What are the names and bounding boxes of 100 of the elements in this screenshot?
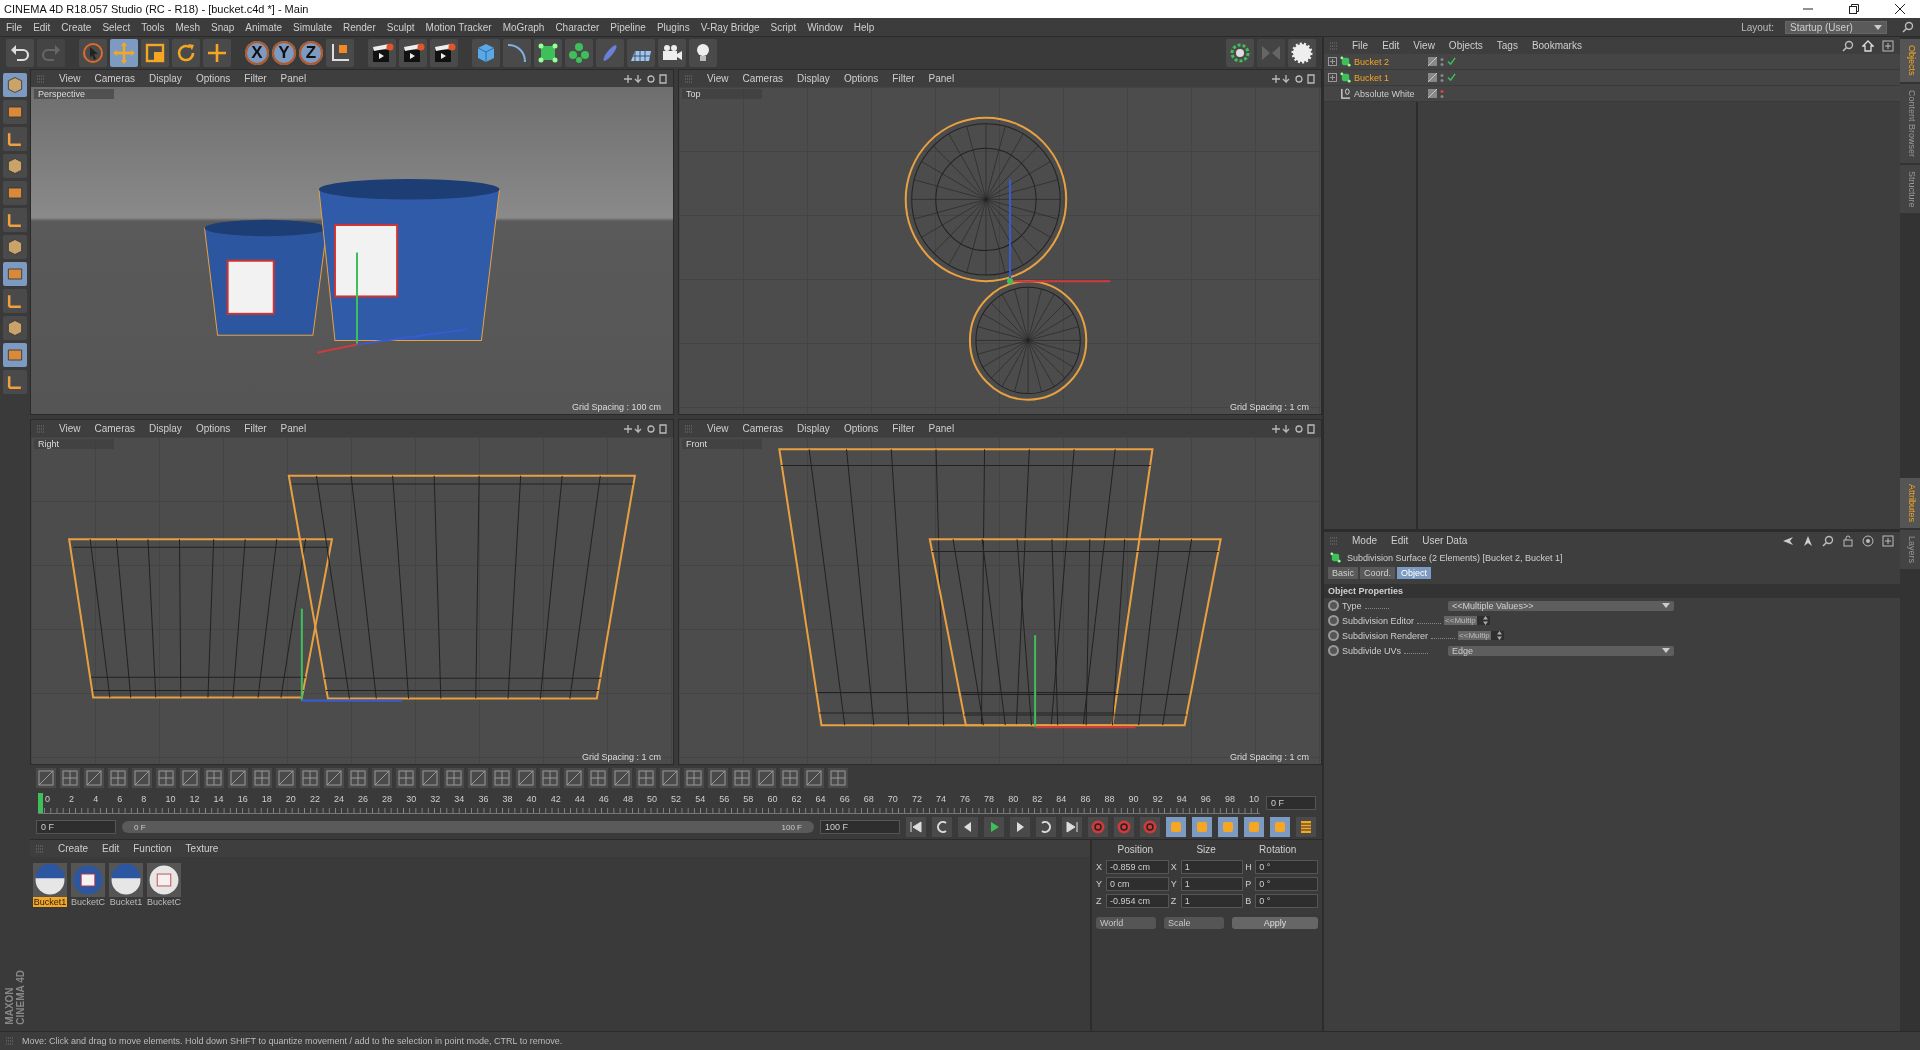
rotation-field[interactable]: 0 ° [1255, 894, 1318, 908]
axis-lock-button[interactable]: Y [272, 41, 296, 65]
panel-grip-icon[interactable] [685, 424, 693, 433]
object-name[interactable]: Absolute White [1354, 88, 1415, 99]
modeling-tool-icon[interactable] [780, 768, 800, 788]
modeling-tool-icon[interactable] [396, 768, 416, 788]
object-menu-item[interactable]: View [1413, 40, 1435, 51]
menu-item[interactable]: Simulate [293, 21, 332, 33]
play-icon[interactable] [984, 817, 1004, 837]
cube-icon[interactable] [472, 39, 500, 67]
record-icon[interactable] [1088, 817, 1108, 837]
visibility-dots-icon[interactable] [1440, 72, 1444, 83]
material-name[interactable]: Bucket1 [108, 897, 144, 907]
viewport-menu-item[interactable]: Options [843, 423, 879, 434]
material-name[interactable]: Bucket1 [32, 897, 68, 907]
rotation-field[interactable]: 0 ° [1255, 860, 1318, 874]
subdivision-icon[interactable] [534, 39, 562, 67]
modeling-tool-icon[interactable] [612, 768, 632, 788]
modeling-tool-icon[interactable] [756, 768, 776, 788]
restore-icon[interactable] [1848, 3, 1860, 15]
gear-icon[interactable] [1226, 39, 1254, 67]
modeling-tool-icon[interactable] [300, 768, 320, 788]
menu-item[interactable]: V-Ray Bridge [700, 21, 760, 33]
viewport-menu-item[interactable]: Cameras [742, 423, 784, 434]
layer-icon[interactable] [1428, 89, 1437, 98]
modeling-tool-icon[interactable] [204, 768, 224, 788]
previous-key-icon[interactable] [932, 817, 952, 837]
modeling-tool-icon[interactable] [252, 768, 272, 788]
viewport-navigation-icon[interactable] [623, 423, 667, 434]
position-field[interactable]: -0.859 cm [1106, 860, 1169, 874]
go-to-start-icon[interactable] [906, 817, 926, 837]
viewport-menu-item[interactable]: Cameras [742, 73, 784, 84]
viewport-menu-item[interactable]: Display [797, 73, 830, 84]
object-menu-item[interactable]: Edit [1382, 40, 1400, 51]
material-name[interactable]: BucketC [146, 897, 182, 907]
render-settings-icon[interactable] [430, 39, 458, 67]
playhead[interactable] [38, 792, 43, 813]
panel-grip-icon[interactable] [37, 74, 45, 83]
enabled-check-icon[interactable] [1447, 73, 1456, 82]
modeling-tool-icon[interactable] [828, 768, 848, 788]
modeling-tool-icon[interactable] [324, 768, 344, 788]
visibility-dots-icon[interactable] [1440, 56, 1444, 67]
material-sphere-icon[interactable] [33, 863, 67, 897]
menu-item[interactable]: Snap [211, 21, 235, 33]
menu-item[interactable]: Script [770, 21, 797, 33]
next-key-icon[interactable] [1036, 817, 1056, 837]
size-field[interactable]: 1 [1180, 860, 1244, 874]
menu-item[interactable]: Pipeline [610, 21, 646, 33]
side-tab[interactable]: Objects [1900, 39, 1920, 82]
coordinate-system-icon[interactable] [326, 39, 354, 67]
modeling-tool-icon[interactable] [636, 768, 656, 788]
viewport-menu-item[interactable]: Display [149, 73, 182, 84]
close-icon[interactable] [1894, 3, 1906, 15]
axis-lock-button[interactable]: X [245, 41, 269, 65]
modeling-tool-icon[interactable] [84, 768, 104, 788]
apply-button[interactable]: Apply [1232, 917, 1318, 929]
attribute-tab[interactable]: Coord. [1360, 567, 1396, 579]
modeling-tool-icon[interactable] [444, 768, 464, 788]
viewport[interactable]: Front Grid Spacing : 1 cm [679, 437, 1321, 764]
expand-panel-icon[interactable] [1882, 534, 1894, 547]
viewport-navigation-icon[interactable] [623, 73, 667, 84]
viewport-menu-item[interactable]: Panel [280, 423, 307, 434]
viewport-menu-item[interactable]: Options [843, 73, 879, 84]
viewport-menu-item[interactable]: Display [149, 423, 182, 434]
object-name[interactable]: Bucket 1 [1354, 72, 1390, 83]
menu-item[interactable]: Create [61, 21, 92, 33]
viewport-navigation-icon[interactable] [1271, 73, 1315, 84]
settings-icon[interactable] [1288, 39, 1316, 67]
layer-icon[interactable] [1428, 73, 1437, 82]
modeling-tool-icon[interactable] [732, 768, 752, 788]
dropdown[interactable]: Edge [1448, 645, 1674, 656]
camera-icon[interactable] [658, 39, 686, 67]
menu-item[interactable]: Character [555, 21, 600, 33]
menu-item[interactable]: Mesh [175, 21, 200, 33]
modeling-tool-icon[interactable] [108, 768, 128, 788]
curve-icon[interactable] [503, 39, 531, 67]
material-menu-item[interactable]: Create [58, 843, 88, 854]
start-frame-field[interactable]: 0 F [36, 820, 116, 834]
expand-toggle[interactable] [1328, 57, 1337, 66]
menu-item[interactable]: MoGraph [502, 21, 545, 33]
coordinate-mode-dropdown[interactable]: World [1096, 917, 1156, 929]
modeling-tool-icon[interactable] [684, 768, 704, 788]
light-bulb-icon[interactable] [689, 39, 717, 67]
material-sphere-icon[interactable] [109, 863, 143, 897]
rotation-field[interactable]: 0 ° [1255, 877, 1318, 891]
menu-item[interactable]: Help [853, 21, 875, 33]
search-icon[interactable] [1842, 39, 1854, 52]
frame-range-slider[interactable]: 0 F 100 F [122, 821, 814, 833]
panel-grip-icon[interactable] [1330, 536, 1338, 545]
attribute-menu-item[interactable]: Edit [1391, 535, 1409, 546]
material-menu-item[interactable]: Texture [185, 843, 219, 854]
layout-dropdown[interactable]: Startup (User) [1785, 20, 1887, 34]
menu-item[interactable]: Sculpt [386, 21, 415, 33]
modeling-tool-icon[interactable] [348, 768, 368, 788]
modeling-tool-icon[interactable] [516, 768, 536, 788]
scale-icon[interactable] [141, 39, 169, 67]
viewport[interactable]: Right Grid Spacing : 1 cm [31, 437, 673, 764]
go-to-end-icon[interactable] [1062, 817, 1082, 837]
labeled-material-sphere-icon[interactable] [147, 863, 181, 897]
dropdown[interactable]: <<Multiple Values>> [1448, 600, 1674, 611]
